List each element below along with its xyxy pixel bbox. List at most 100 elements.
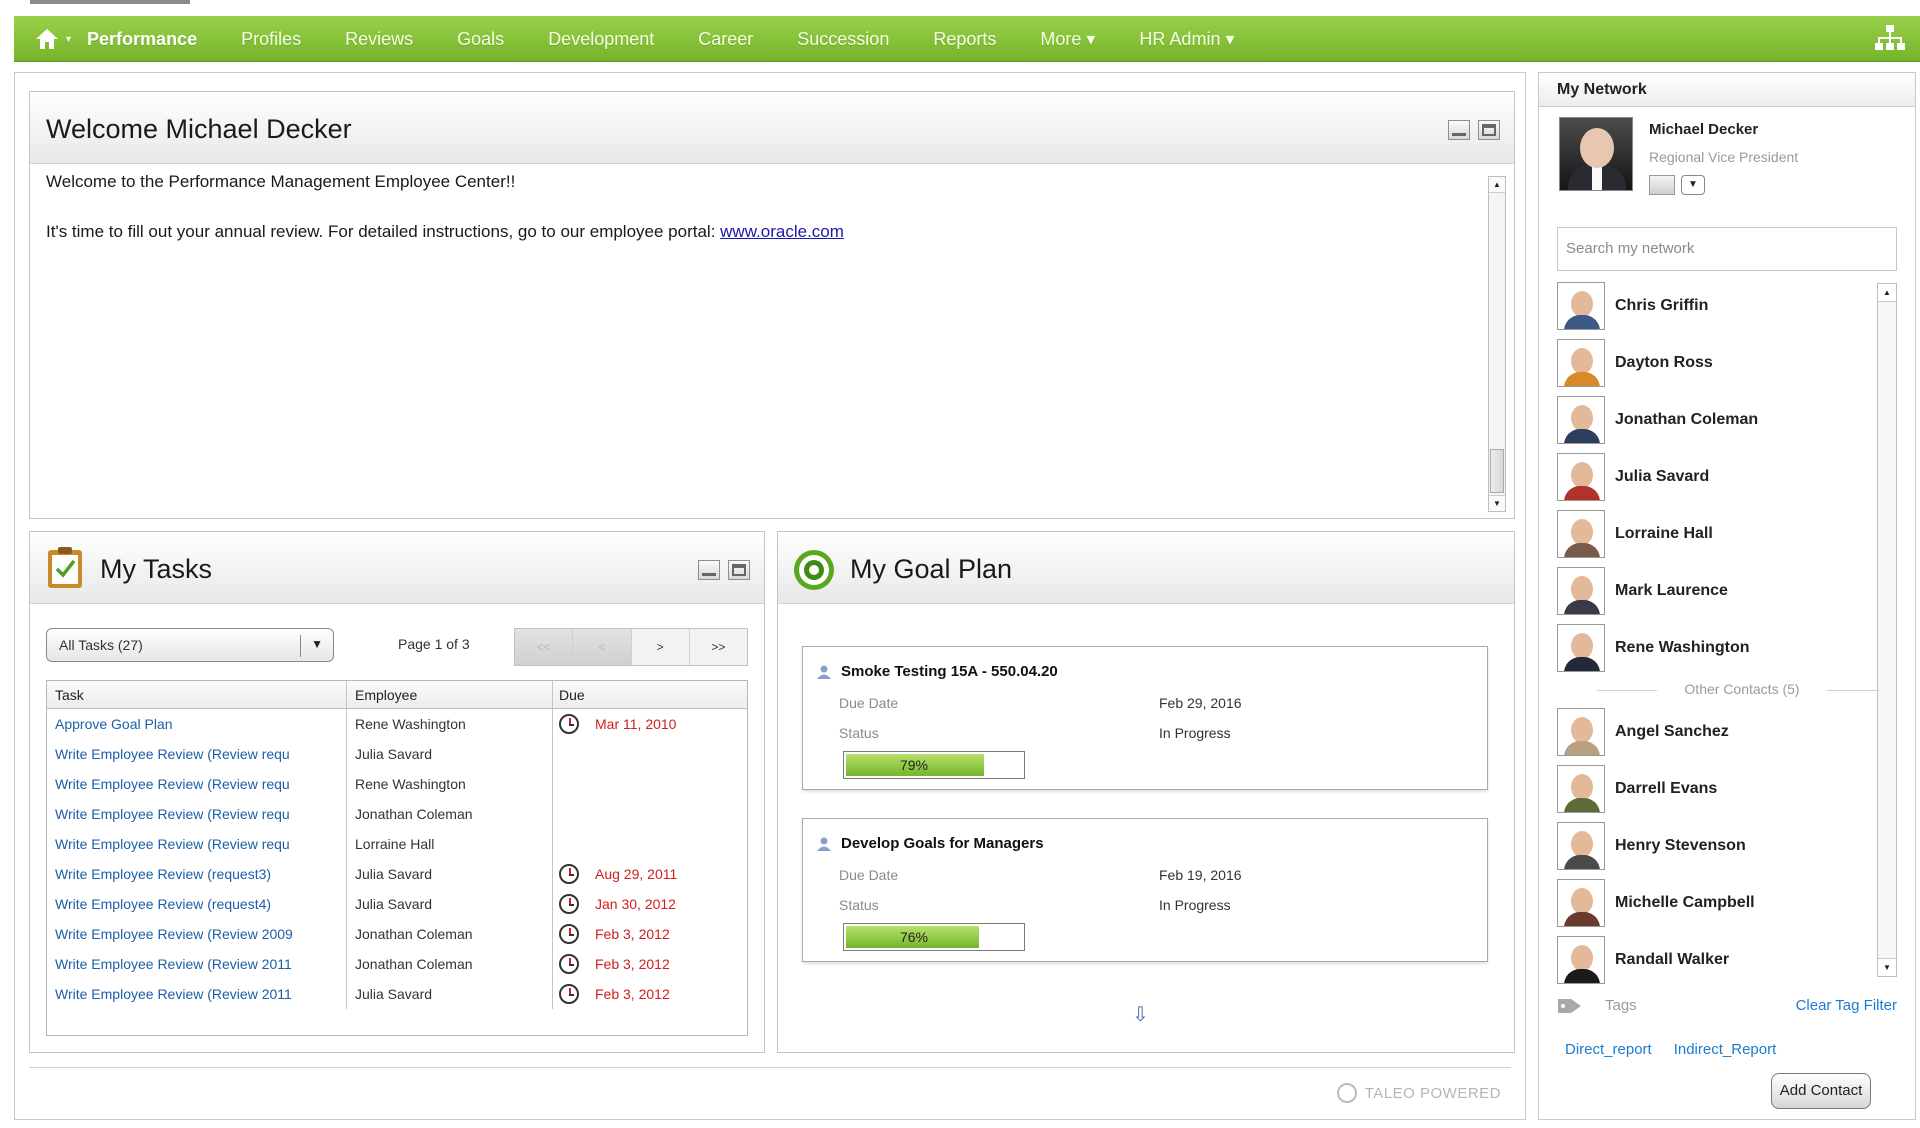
add-contact-button[interactable]: Add Contact: [1771, 1073, 1871, 1109]
scroll-up-icon[interactable]: ▲: [1878, 284, 1896, 302]
due-date: Feb 3, 2012: [595, 956, 670, 972]
task-link[interactable]: Write Employee Review (request4): [47, 889, 347, 919]
contact-item[interactable]: Lorraine Hall: [1557, 509, 1713, 559]
contact-item[interactable]: Henry Stevenson: [1557, 821, 1746, 871]
home-menu[interactable]: ▾: [34, 27, 71, 51]
task-due: [553, 739, 747, 769]
col-header-task[interactable]: Task: [47, 681, 347, 708]
nav-performance[interactable]: Performance: [87, 29, 197, 50]
task-due: Feb 3, 2012: [553, 949, 747, 979]
goal-name: Develop Goals for Managers: [841, 835, 1044, 852]
welcome-scrollbar[interactable]: ▲ ▼: [1488, 176, 1506, 512]
task-due: Feb 3, 2012: [553, 979, 747, 1009]
tag-indirect-report-link[interactable]: Indirect_Report: [1674, 1041, 1777, 1058]
nav-hr-admin[interactable]: HR Admin ▾: [1139, 29, 1234, 50]
avatar: [1557, 282, 1605, 330]
task-link[interactable]: Write Employee Review (request3): [47, 859, 347, 889]
clear-tag-filter-link[interactable]: Clear Tag Filter: [1796, 997, 1897, 1014]
goal-card[interactable]: Smoke Testing 15A - 550.04.20 Due Date F…: [802, 646, 1488, 790]
main-nav: ▾ Performance Profiles Reviews Goals Dev…: [14, 16, 1920, 62]
task-link[interactable]: Write Employee Review (Review 2011: [47, 979, 347, 1009]
task-link[interactable]: Write Employee Review (Review requ: [47, 769, 347, 799]
contact-name: Lorraine Hall: [1615, 525, 1713, 542]
avatar: [1557, 765, 1605, 813]
contact-item[interactable]: Angel Sanchez: [1557, 707, 1729, 757]
chevron-down-icon[interactable]: ▼: [1681, 175, 1705, 195]
task-link[interactable]: Write Employee Review (Review requ: [47, 829, 347, 859]
goal-title[interactable]: Develop Goals for Managers: [815, 835, 1044, 852]
contact-item[interactable]: Rene Washington: [1557, 623, 1750, 673]
scroll-down-icon[interactable]: ▼: [1878, 958, 1896, 976]
my-network-panel: My Network Michael Decker Regional Vice …: [1538, 72, 1916, 1120]
task-link[interactable]: Write Employee Review (Review requ: [47, 739, 347, 769]
task-link[interactable]: Write Employee Review (Review 2009: [47, 919, 347, 949]
nav-reviews[interactable]: Reviews: [345, 29, 413, 50]
avatar: [1557, 708, 1605, 756]
my-goal-plan-portlet: My Goal Plan Smoke Testing 15A - 550.04.…: [777, 531, 1515, 1053]
scroll-down-icon[interactable]: ▼: [1489, 495, 1505, 511]
business-card-icon[interactable]: [1649, 175, 1675, 195]
footer-divider: [29, 1067, 1511, 1068]
task-link[interactable]: Write Employee Review (Review 2011: [47, 949, 347, 979]
portal-link[interactable]: www.oracle.com: [720, 222, 844, 241]
tag-direct-report-link[interactable]: Direct_report: [1565, 1041, 1652, 1058]
task-link[interactable]: Write Employee Review (Review requ: [47, 799, 347, 829]
portlet-header: My Goal Plan: [778, 532, 1514, 604]
taleo-powered-logo: TALEO POWERED: [1336, 1083, 1501, 1103]
goal-title[interactable]: Smoke Testing 15A - 550.04.20: [815, 663, 1058, 680]
contact-item[interactable]: Randall Walker: [1557, 935, 1729, 985]
task-link[interactable]: Approve Goal Plan: [47, 709, 347, 739]
pager: << < > >>: [514, 628, 748, 666]
goal-status-value: In Progress: [1159, 725, 1231, 741]
goal-due-label: Due Date: [839, 867, 899, 883]
avatar: [1557, 936, 1605, 984]
prev-page-button[interactable]: <: [573, 629, 632, 665]
nav-succession[interactable]: Succession: [797, 29, 889, 50]
scroll-down-arrow-icon[interactable]: ⇩: [1132, 1002, 1149, 1027]
contact-item[interactable]: Mark Laurence: [1557, 566, 1728, 616]
table-row: Write Employee Review (Review 2011 Julia…: [47, 979, 747, 1009]
tags-row: Tags Clear Tag Filter: [1557, 995, 1897, 1019]
network-search-input[interactable]: Search my network: [1557, 227, 1897, 271]
contact-item[interactable]: Darrell Evans: [1557, 764, 1717, 814]
scroll-up-icon[interactable]: ▲: [1489, 177, 1505, 193]
task-due: [553, 799, 747, 829]
goal-card[interactable]: Develop Goals for Managers Due Date Feb …: [802, 818, 1488, 962]
nav-profiles[interactable]: Profiles: [241, 29, 301, 50]
goal-status-label: Status: [839, 897, 879, 913]
dropdown-arrow-icon[interactable]: ▼: [311, 637, 323, 651]
scroll-thumb[interactable]: [1490, 449, 1504, 493]
table-row: Write Employee Review (Review requ Rene …: [47, 769, 747, 799]
network-header: My Network: [1539, 73, 1915, 107]
welcome-instructions: It's time to fill out your annual review…: [46, 222, 1474, 242]
nav-career[interactable]: Career: [698, 29, 753, 50]
nav-more[interactable]: More ▾: [1040, 29, 1095, 50]
contact-item[interactable]: Michelle Campbell: [1557, 878, 1755, 928]
contact-name: Chris Griffin: [1615, 297, 1709, 314]
col-header-due[interactable]: Due: [553, 681, 747, 708]
nav-development[interactable]: Development: [548, 29, 654, 50]
first-page-button[interactable]: <<: [515, 629, 574, 665]
task-filter-select[interactable]: All Tasks (27) ▼: [46, 628, 334, 662]
next-page-button[interactable]: >: [632, 629, 690, 665]
contact-item[interactable]: Jonathan Coleman: [1557, 395, 1758, 445]
table-row: Write Employee Review (Review 2009 Jonat…: [47, 919, 747, 949]
nav-goals[interactable]: Goals: [457, 29, 504, 50]
table-row: Write Employee Review (request3) Julia S…: [47, 859, 747, 889]
profile-name[interactable]: Michael Decker: [1649, 121, 1758, 138]
maximize-button[interactable]: [728, 560, 750, 580]
minimize-button[interactable]: [698, 560, 720, 580]
contact-item[interactable]: Julia Savard: [1557, 452, 1709, 502]
table-row: Write Employee Review (Review 2011 Jonat…: [47, 949, 747, 979]
contact-name: Henry Stevenson: [1615, 837, 1746, 854]
minimize-button[interactable]: [1448, 120, 1470, 140]
org-chart-icon[interactable]: [1874, 24, 1906, 54]
contact-item[interactable]: Dayton Ross: [1557, 338, 1713, 388]
nav-reports[interactable]: Reports: [933, 29, 996, 50]
maximize-button[interactable]: [1478, 120, 1500, 140]
last-page-button[interactable]: >>: [690, 629, 747, 665]
avatar: [1557, 453, 1605, 501]
contact-item[interactable]: Chris Griffin: [1557, 281, 1708, 331]
network-scrollbar[interactable]: ▲ ▼: [1877, 283, 1897, 977]
col-header-employee[interactable]: Employee: [347, 681, 553, 708]
